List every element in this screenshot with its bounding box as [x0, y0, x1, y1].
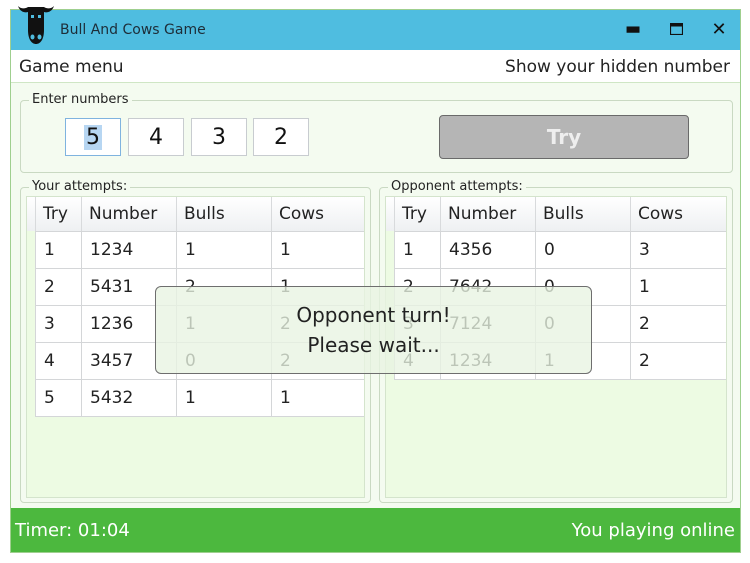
- table-header: Try Number Bulls Cows: [27, 197, 364, 232]
- digit-value-1: 5: [84, 124, 102, 150]
- close-icon: ✕: [711, 18, 727, 40]
- cell-cows: 1: [271, 232, 364, 268]
- column-header-cows[interactable]: Cows: [630, 197, 726, 231]
- cell-cows: 1: [271, 380, 364, 416]
- cell-try: 3: [35, 306, 81, 342]
- cell-cows: 1: [630, 269, 726, 305]
- title-bar[interactable]: Bull And Cows Game ▬ ✕: [11, 6, 740, 50]
- cell-try: 4: [35, 343, 81, 379]
- digit-input-3[interactable]: 3: [191, 118, 247, 156]
- column-header-try[interactable]: Try: [35, 197, 81, 231]
- show-hidden-number-menu[interactable]: Show your hidden number: [505, 57, 730, 77]
- maximize-icon: [669, 23, 683, 35]
- enter-numbers-group: Enter numbers 5 4 3 2 Try: [20, 92, 733, 173]
- your-attempts-label: Your attempts:: [29, 179, 131, 194]
- play-mode-text: You playing online: [571, 520, 735, 541]
- cell-cows: 3: [630, 232, 726, 268]
- table-row[interactable]: 5 5432 1 1: [27, 380, 364, 417]
- game-menu[interactable]: Game menu: [19, 57, 124, 77]
- close-button[interactable]: ✕: [704, 16, 734, 42]
- table-row[interactable]: 1 1234 1 1: [27, 232, 364, 269]
- cell-number: 1234: [81, 232, 176, 268]
- cell-try: 5: [35, 380, 81, 416]
- timer-text: Timer: 01:04: [15, 520, 130, 541]
- column-header-bulls[interactable]: Bulls: [535, 197, 630, 231]
- cell-bulls: 0: [535, 232, 630, 268]
- row-header-gutter: [27, 231, 35, 497]
- maximize-button[interactable]: [661, 16, 691, 42]
- cell-number: 4356: [440, 232, 535, 268]
- opponent-turn-popup: Opponent turn! Please wait...: [155, 286, 592, 374]
- enter-numbers-label: Enter numbers: [29, 92, 132, 107]
- column-header-bulls[interactable]: Bulls: [176, 197, 271, 231]
- column-header-number[interactable]: Number: [440, 197, 535, 231]
- table-row[interactable]: 1 4356 0 3: [386, 232, 726, 269]
- cell-cows: 2: [630, 306, 726, 342]
- column-header-try[interactable]: Try: [394, 197, 440, 231]
- column-header-cows[interactable]: Cows: [271, 197, 364, 231]
- cell-number: 5432: [81, 380, 176, 416]
- column-header-number[interactable]: Number: [81, 197, 176, 231]
- cell-try: 1: [35, 232, 81, 268]
- cell-try: 2: [35, 269, 81, 305]
- cell-bulls: 1: [176, 232, 271, 268]
- table-header: Try Number Bulls Cows: [386, 197, 726, 232]
- try-button[interactable]: Try: [439, 115, 689, 159]
- popup-line-2: Please wait...: [307, 333, 440, 357]
- cell-cows: 2: [630, 343, 726, 379]
- status-bar: Timer: 01:04 You playing online: [11, 508, 740, 552]
- digit-input-4[interactable]: 2: [253, 118, 309, 156]
- app-window: Bull And Cows Game ▬ ✕ Game menu Show yo…: [10, 6, 741, 553]
- popup-line-1: Opponent turn!: [296, 303, 451, 327]
- minimize-icon: ▬: [624, 19, 642, 39]
- minimize-button[interactable]: ▬: [618, 16, 648, 42]
- cell-bulls: 1: [176, 380, 271, 416]
- cell-try: 1: [394, 232, 440, 268]
- digit-input-2[interactable]: 4: [128, 118, 184, 156]
- opponent-attempts-label: Opponent attempts:: [388, 179, 526, 194]
- bull-head-icon: [18, 6, 54, 44]
- menu-bar: Game menu Show your hidden number: [11, 50, 740, 83]
- window-title: Bull And Cows Game: [60, 22, 206, 38]
- digit-input-1[interactable]: 5: [65, 118, 121, 156]
